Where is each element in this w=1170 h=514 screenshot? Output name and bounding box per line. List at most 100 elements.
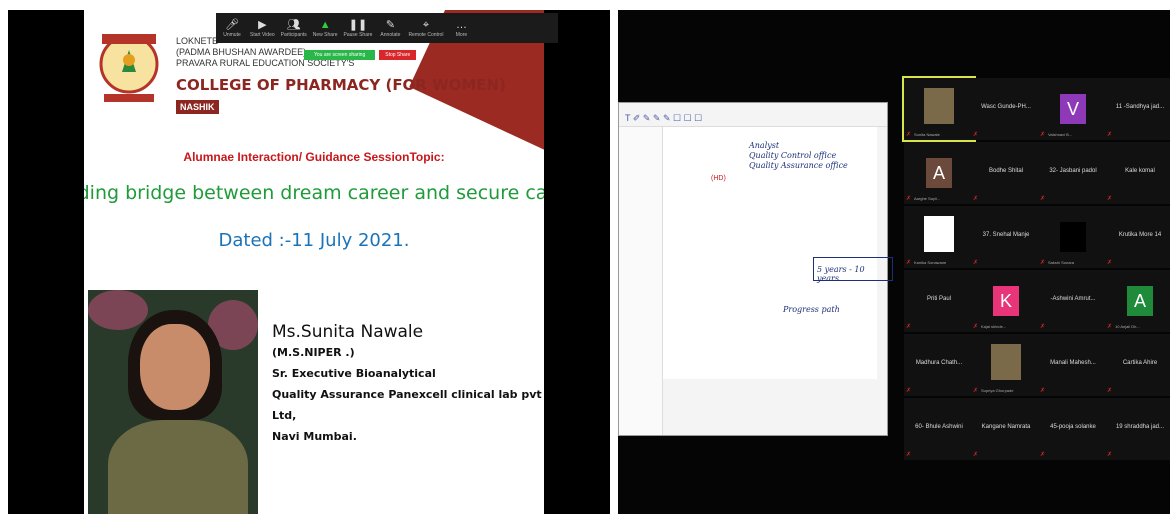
participant-name: 11 -Sandhya jad... — [1115, 104, 1165, 110]
participant-name: Kangane Namrata — [981, 424, 1031, 430]
more-button[interactable]: … More — [449, 18, 473, 38]
participant-tile[interactable]: ✗ Sakshi Sonara — [1038, 206, 1108, 268]
participant-label: Sunita Nawale — [914, 132, 940, 137]
participant-avatar: A — [926, 158, 952, 188]
speaker-city: Navi Mumbai. — [272, 430, 357, 443]
muted-mic-icon: ✗ — [1107, 196, 1113, 202]
muted-mic-icon: ✗ — [1040, 324, 1046, 330]
participant-tile[interactable]: Priti Paul ✗ — [904, 270, 974, 332]
red-annotation: (HD) — [711, 175, 726, 182]
new-share-button[interactable]: ▲ New Share — [313, 18, 338, 38]
muted-mic-icon: ✗ — [1107, 388, 1113, 394]
participant-tile[interactable]: ✗ Kanika Sonawane — [904, 206, 974, 268]
participant-tile[interactable]: ✗ Sunita Nawale — [902, 76, 976, 142]
participant-tile[interactable]: 32- Jasbani padol ✗ — [1038, 142, 1108, 204]
participant-tile[interactable]: Cartika Ahire ✗ — [1105, 334, 1170, 396]
new-share-label: New Share — [312, 32, 338, 38]
participant-tile[interactable]: Madhura Chath... ✗ — [904, 334, 974, 396]
more-icon: … — [455, 19, 467, 31]
college-name: COLLEGE OF PHARMACY (FOR WOMEN) — [176, 76, 506, 94]
start-video-button[interactable]: ▶ Start Video — [250, 18, 275, 38]
participant-name: -Ashwini Amrut... — [1050, 296, 1096, 302]
participant-label: 10 Anjali Dh... — [1115, 324, 1140, 329]
participant-label: Aarghe Sayli... — [914, 196, 941, 201]
pen-tools[interactable]: T ✐ ✎ ✎ ✎ ☐ ☐ ☐ — [625, 113, 702, 124]
muted-mic-icon: ✗ — [906, 260, 912, 266]
muted-mic-icon: ✗ — [1107, 260, 1113, 266]
participant-tile[interactable]: Krutika More 14 ✗ — [1105, 206, 1170, 268]
participant-video — [924, 88, 954, 124]
participant-tile[interactable]: 60- Bhule Ashwini ✗ — [904, 398, 974, 460]
notes-toolbar: T ✐ ✎ ✎ ✎ ☐ ☐ ☐ — [619, 111, 887, 127]
participant-tile[interactable]: Bodhe Shital ✗ — [971, 142, 1041, 204]
remote-control-icon: ⌖ — [422, 19, 430, 31]
participant-tile[interactable]: V ✗ Vaishnavi B... — [1038, 78, 1108, 140]
muted-mic-icon: ✗ — [973, 388, 979, 394]
muted-mic-icon: ✗ — [906, 324, 912, 330]
muted-mic-icon: ✗ — [973, 452, 979, 458]
muted-mic-icon: ✗ — [973, 132, 979, 138]
annotate-button[interactable]: ✎ Annotate — [378, 18, 402, 38]
session-date: Dated :-11 July 2021. — [218, 230, 410, 251]
participant-label: Supriya Ghorpade — [981, 388, 1014, 393]
share-status-message: You are screen sharing — [304, 50, 376, 60]
participant-tile[interactable]: 19 shraddha jad... ✗ — [1105, 398, 1170, 460]
handwriting-line-5: Progress path — [783, 305, 840, 314]
participant-video — [924, 216, 954, 252]
participant-label: Kajal shinde... — [981, 324, 1007, 329]
ipad-status-bar — [619, 103, 887, 111]
participant-video — [991, 344, 1021, 380]
muted-mic-icon: ✗ — [973, 324, 979, 330]
participant-name: Krutika More 14 — [1118, 232, 1162, 238]
participant-name: Bodhe Shital — [988, 168, 1024, 174]
speaker-company: Quality Assurance Panexcell clinical lab… — [272, 388, 542, 422]
participant-avatar: V — [1060, 94, 1086, 124]
muted-mic-icon: ✗ — [906, 388, 912, 394]
participant-tile[interactable]: ✗ Supriya Ghorpade — [971, 334, 1041, 396]
speaker-title: Sr. Executive Bioanalytical — [272, 367, 436, 380]
participant-name: Kale komal — [1125, 168, 1155, 174]
session-headline: Building bridge between dream career and… — [84, 182, 544, 204]
participant-label: Vaishnavi B... — [1048, 132, 1073, 137]
video-icon: ▶ — [258, 19, 267, 31]
participant-label: Sakshi Sonara — [1048, 260, 1075, 265]
mic-icon: 🎤︎ — [225, 19, 239, 31]
participants-button[interactable]: 👥︎ Participants — [281, 18, 307, 38]
pause-share-button[interactable]: ❚❚ Pause Share — [344, 18, 373, 38]
handwriting-line-1: Analyst — [749, 141, 780, 150]
participant-tile[interactable]: 45-pooja solanke ✗ — [1038, 398, 1108, 460]
muted-mic-icon: ✗ — [1040, 388, 1046, 394]
participant-tile[interactable]: 37. Snehal Manje ✗ — [971, 206, 1041, 268]
speaker-name: Ms.Sunita Nawale — [272, 322, 424, 342]
participant-name: Wasc Gunde-PH... — [981, 104, 1031, 110]
muted-mic-icon: ✗ — [1040, 196, 1046, 202]
participant-tile[interactable]: A ✗ Aarghe Sayli... — [904, 142, 974, 204]
annotate-icon: ✎ — [385, 19, 396, 31]
remote-control-label: Remote Control — [408, 32, 444, 38]
participant-name: 60- Bhule Ashwini — [915, 424, 963, 430]
stop-share-button[interactable]: Stop Share — [379, 50, 417, 60]
share-icon: ▲ — [319, 19, 331, 31]
participant-name: 32- Jasbani padol — [1049, 168, 1097, 174]
meeting-toolbar: 🎤︎ Unmute ▶ Start Video 👥︎ Participants ▲ Ne… — [216, 13, 558, 43]
participant-tile[interactable]: -Ashwini Amrut... ✗ — [1038, 270, 1108, 332]
speaker-degree: (M.S.NIPER .) — [272, 346, 355, 359]
participant-name: Madhura Chath... — [915, 360, 963, 366]
participant-grid: ✗ Sunita Nawale Wasc Gunde-PH... ✗ V ✗ Vaishna… — [902, 76, 1170, 468]
annotate-label: Annotate — [380, 32, 401, 38]
participant-tile[interactable]: K ✗ Kajal shinde... — [971, 270, 1041, 332]
muted-mic-icon: ✗ — [1040, 452, 1046, 458]
participant-tile[interactable]: Kangane Namrata ✗ — [971, 398, 1041, 460]
unmute-button[interactable]: 🎤︎ Unmute — [220, 18, 244, 38]
participant-tile[interactable]: Wasc Gunde-PH... ✗ — [971, 78, 1041, 140]
muted-mic-icon: ✗ — [1107, 452, 1113, 458]
remote-control-button[interactable]: ⌖ Remote Control — [408, 18, 443, 38]
participants-label: Participants — [280, 32, 307, 38]
participant-name: 37. Snehal Manje — [982, 232, 1030, 238]
presentation-slide: LOKNETE (PADMA BHUSHAN AWARDEE) PRAVARA … — [84, 10, 544, 514]
participant-tile[interactable]: Manali Mahesh... ✗ — [1038, 334, 1108, 396]
participant-tile[interactable]: Kale komal ✗ — [1105, 142, 1170, 204]
participant-tile[interactable]: A ✗ 10 Anjali Dh... — [1105, 270, 1170, 332]
participant-tile[interactable]: 11 -Sandhya jad... ✗ — [1105, 78, 1170, 140]
notes-page: (HD) Analyst Quality Control office Qual… — [663, 127, 893, 379]
